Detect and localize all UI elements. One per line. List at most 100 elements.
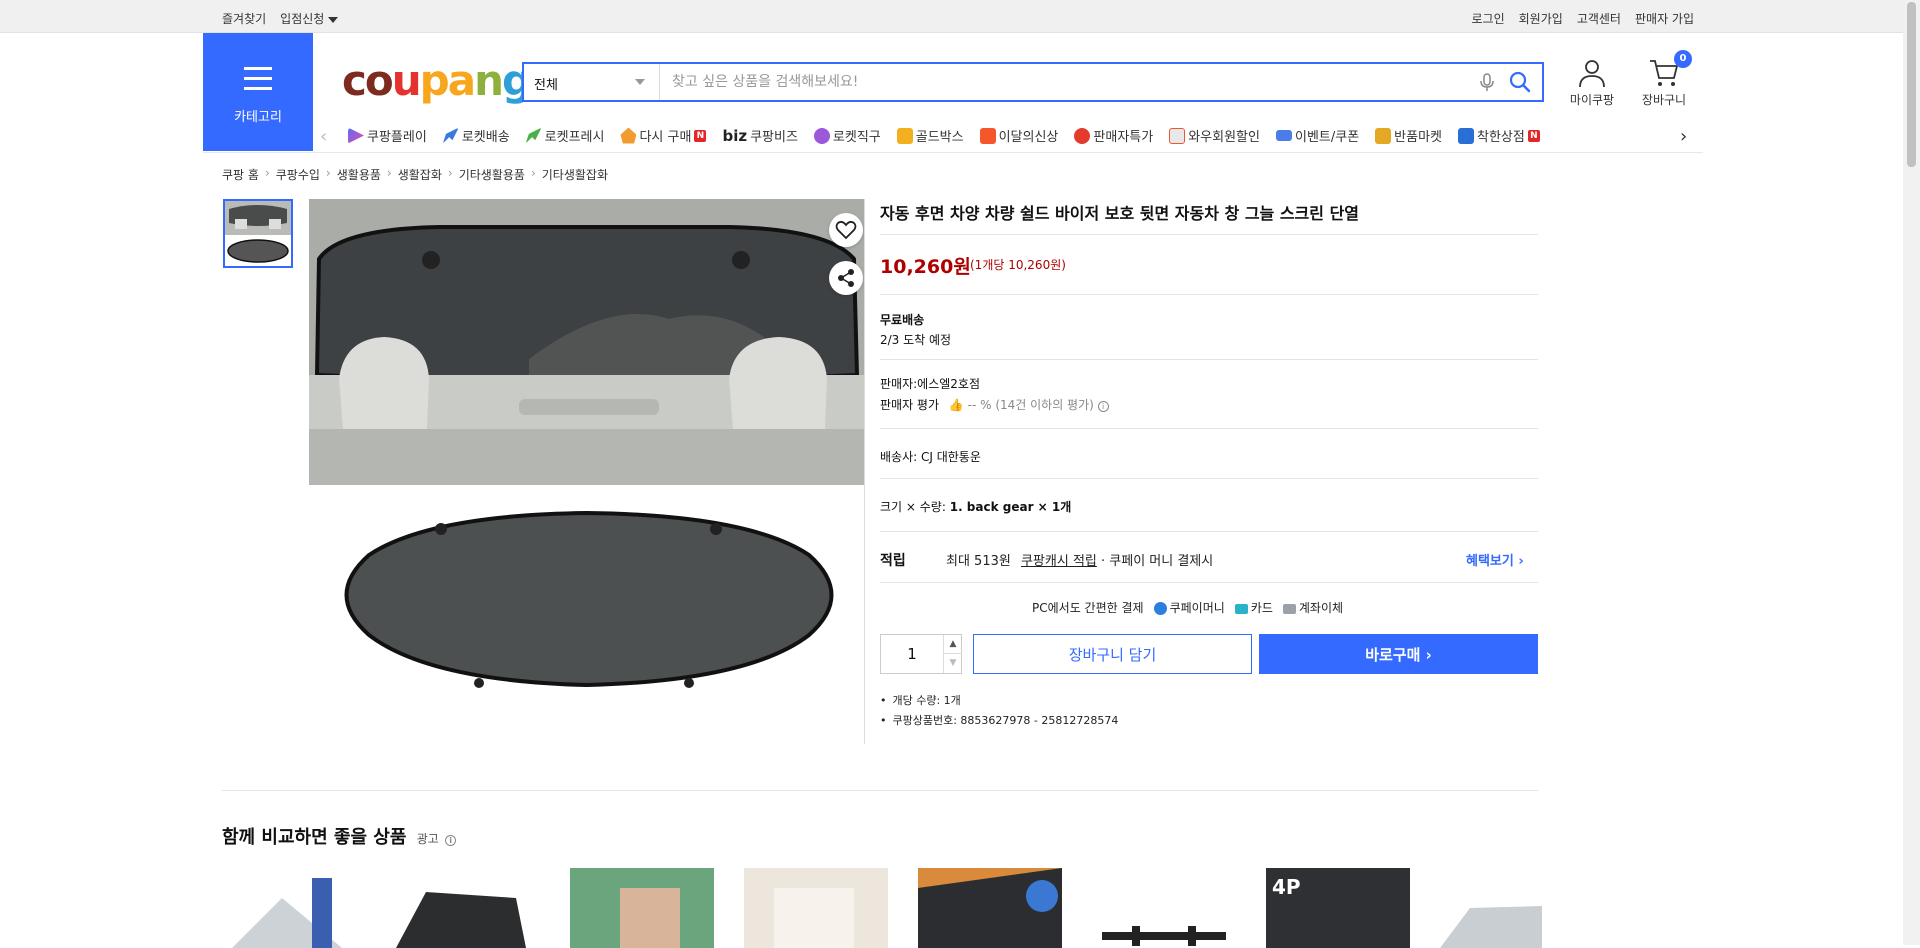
product-details-list: 개당 수량: 1개 쿠팡상품번호: 8853627978 - 258127285… — [880, 692, 1119, 732]
breadcrumb-item[interactable]: 생활잡화 — [398, 166, 442, 183]
recommend-product-card[interactable] — [744, 868, 888, 948]
recommend-product-card[interactable] — [1092, 868, 1236, 948]
nav-item-coupang-biz[interactable]: biz 쿠팡비즈 — [722, 126, 798, 146]
nav-item-rebuy[interactable]: 다시 구매 N — [620, 126, 707, 145]
nav-item-rocket-fresh[interactable]: 로켓프레시 — [525, 126, 604, 145]
list-item: 개당 수량: 1개 — [880, 692, 1118, 708]
nav-label: 쿠팡플레이 — [367, 130, 427, 145]
payment-label: 카드 — [1250, 601, 1273, 615]
option-summary[interactable]: 크기 × 수량: 1. back gear × 1개 — [880, 498, 1071, 515]
nav-label: 착한상점 — [1477, 130, 1525, 145]
nav-item-rocket-delivery[interactable]: 로켓배송 — [442, 126, 510, 145]
divider — [880, 234, 1538, 235]
info-icon[interactable]: i — [1097, 401, 1109, 412]
recommend-product-card[interactable]: 4P — [1266, 868, 1410, 948]
new-badge: N — [694, 129, 707, 142]
nav-item-events-coupons[interactable]: 이벤트/쿠폰 — [1275, 126, 1359, 145]
quantity-decrease-button[interactable]: ▼ — [943, 654, 962, 673]
option-label: 크기 × 수량: — [880, 500, 946, 514]
payment-bank-transfer: 계좌이체 — [1282, 599, 1344, 616]
breadcrumb-item[interactable]: 기타생활잡화 — [542, 166, 608, 183]
breadcrumb-item[interactable]: 쿠팡 홈 — [222, 166, 259, 183]
logo-part: n — [474, 56, 504, 105]
share-icon — [838, 269, 854, 287]
payment-label: 쿠페이머니 — [1169, 601, 1225, 615]
info-icon[interactable]: i — [445, 835, 457, 846]
search-input[interactable] — [670, 70, 1450, 94]
nav-item-return-market[interactable]: 반품마켓 — [1375, 126, 1442, 145]
chevron-right-icon: › — [1518, 554, 1524, 569]
nav-item-wow-discount[interactable]: 와우회원할인 — [1169, 126, 1260, 145]
view-benefits-link[interactable]: 혜택보기 › — [1466, 550, 1524, 569]
buy-now-button[interactable]: 바로구매 › — [1259, 634, 1538, 674]
reward-note: · 쿠페이 머니 결제시 — [1101, 554, 1214, 569]
nav-item-rocket-direct[interactable]: 로켓직구 — [813, 126, 881, 145]
chevron-down-icon — [635, 79, 645, 85]
recommend-product-card[interactable] — [918, 868, 1062, 948]
breadcrumb-item[interactable]: 기타생활용품 — [459, 166, 525, 183]
nav-item-new-arrivals[interactable]: 이달의신상 — [979, 126, 1059, 145]
chevron-right-icon[interactable]: › — [1680, 126, 1687, 147]
cart-count-badge: 0 — [1674, 50, 1692, 68]
search-category-select[interactable]: 전체 — [524, 64, 660, 100]
rocket-icon — [442, 127, 459, 144]
nav-label: 반품마켓 — [1394, 130, 1443, 145]
microphone-icon[interactable] — [1478, 72, 1496, 92]
payment-label: 계좌이체 — [1298, 601, 1344, 615]
mycoupang-label: 마이쿠팡 — [1569, 93, 1615, 107]
customer-center-link[interactable]: 고객센터 — [1577, 10, 1621, 27]
divider — [880, 531, 1538, 532]
recommend-product-row: 4P — [222, 868, 1542, 948]
category-button[interactable]: 카테고리 — [203, 33, 313, 151]
nav-item-good-store[interactable]: 착한상점 N — [1458, 126, 1540, 145]
divider — [880, 359, 1538, 360]
nav-item-coupang-play[interactable]: 쿠팡플레이 — [348, 126, 427, 145]
nav-label: 쿠팡비즈 — [750, 130, 798, 145]
reward-label: 적립 — [880, 553, 906, 569]
page-scrollbar[interactable] — [1903, 0, 1920, 945]
seller-signup-link[interactable]: 판매자 가입 — [1635, 10, 1694, 27]
coupang-logo[interactable]: coupang — [342, 56, 532, 105]
globe-icon — [813, 127, 830, 144]
product-thumbnail[interactable] — [223, 199, 293, 268]
seller-apply-menu[interactable]: 입점신청 — [280, 10, 339, 27]
mycoupang-button[interactable]: 마이쿠팡 — [1562, 58, 1622, 108]
breadcrumb-item[interactable]: 생활용품 — [337, 166, 381, 183]
product-main-image[interactable] — [309, 199, 864, 709]
share-button[interactable] — [829, 261, 863, 295]
wishlist-button[interactable] — [829, 213, 863, 247]
category-label: 카테고리 — [234, 110, 282, 125]
login-link[interactable]: 로그인 — [1472, 10, 1505, 27]
scrollbar-thumb[interactable] — [1907, 2, 1916, 167]
nav-label: 이달의신상 — [998, 130, 1059, 145]
chevron-right-icon: › — [325, 166, 331, 180]
recommend-product-card[interactable] — [1440, 868, 1542, 948]
recommend-product-card[interactable] — [570, 868, 714, 948]
reward-cash-link[interactable]: 쿠팡캐시 적립 — [1021, 554, 1097, 569]
signup-link[interactable]: 회원가입 — [1519, 10, 1563, 27]
cart-button[interactable]: 0 장바구니 — [1636, 50, 1692, 108]
chevron-right-icon: › — [1425, 646, 1432, 664]
gallery-divider — [864, 199, 865, 744]
arrival-date: 2/3 도착 예정 — [880, 333, 952, 347]
chevron-right-icon: › — [530, 166, 536, 180]
shop-icon — [1458, 127, 1475, 144]
chevron-left-icon[interactable]: ‹ — [320, 126, 327, 147]
recommend-product-card[interactable] — [396, 868, 540, 948]
option-value: 1. back gear × 1개 — [949, 500, 1072, 514]
heart-icon — [835, 220, 857, 240]
recommend-product-card[interactable] — [222, 868, 366, 948]
favorites-link[interactable]: 즐겨찾기 — [222, 10, 266, 27]
nav-item-seller-deals[interactable]: 판매자특가 — [1074, 126, 1153, 145]
quantity-input[interactable]: 1 — [881, 635, 943, 673]
seller-name[interactable]: 판매자:에스엘2호점 — [880, 375, 980, 392]
breadcrumb-item[interactable]: 쿠팡수입 — [276, 166, 320, 183]
logo-part: co — [342, 56, 394, 105]
chevron-right-icon: › — [264, 166, 270, 180]
search-icon[interactable] — [1508, 70, 1532, 94]
buy-now-label: 바로구매 — [1365, 646, 1421, 664]
chevron-right-icon: › — [447, 166, 453, 180]
nav-item-goldbox[interactable]: 골드박스 — [896, 126, 964, 145]
quantity-increase-button[interactable]: ▲ — [943, 635, 962, 654]
add-to-cart-button[interactable]: 장바구니 담기 — [973, 634, 1252, 674]
